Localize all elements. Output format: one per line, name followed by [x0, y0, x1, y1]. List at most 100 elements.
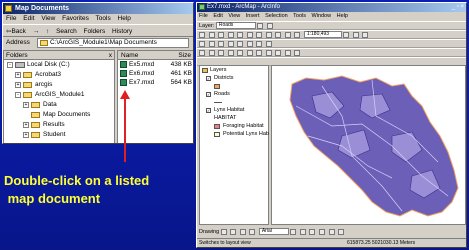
bold-icon[interactable]	[290, 228, 297, 235]
menu-help[interactable]: Help	[337, 13, 348, 19]
toc-layers[interactable]: Layers	[200, 66, 268, 74]
zoom-in-icon[interactable]	[199, 49, 205, 56]
paste-icon[interactable]	[256, 31, 263, 38]
redo-icon[interactable]	[284, 31, 291, 38]
menu-view[interactable]: View	[228, 13, 240, 19]
cut-icon[interactable]	[237, 31, 244, 38]
expand-icon[interactable]: +	[23, 122, 29, 128]
menu-tools[interactable]: Tools	[96, 15, 111, 22]
column-name[interactable]: Name	[121, 51, 138, 60]
line-color-icon[interactable]	[338, 228, 345, 235]
folders-button[interactable]: Folders	[84, 28, 106, 35]
explorer-title-bar[interactable]: Map Documents	[3, 3, 193, 14]
fixed-zoom-in-icon[interactable]	[218, 40, 225, 47]
tree-item-data[interactable]: + Data	[4, 100, 114, 110]
collapse-icon[interactable]: -	[15, 92, 21, 98]
map-view[interactable]	[271, 65, 466, 225]
delete-icon[interactable]	[265, 31, 272, 38]
rectangle-icon[interactable]	[239, 228, 246, 235]
back-button[interactable]: ⇦Back	[6, 28, 26, 35]
layer-checkbox[interactable]: ✓	[206, 108, 211, 113]
forward-extent-icon[interactable]	[265, 40, 272, 47]
catalog-icon[interactable]	[352, 31, 359, 38]
drawing-menu[interactable]: Drawing	[199, 229, 219, 235]
history-button[interactable]: History	[112, 28, 132, 35]
up-button[interactable]: ↑	[46, 28, 49, 35]
tree-item-arcgis-module1[interactable]: - ArcGIS_Module1	[4, 90, 114, 100]
font-select[interactable]: Arial	[258, 228, 289, 236]
add-data-icon[interactable]	[294, 31, 301, 38]
select-icon[interactable]	[256, 49, 263, 56]
back-extent-icon[interactable]	[256, 40, 263, 47]
pan-icon[interactable]	[218, 49, 225, 56]
menu-file[interactable]: File	[6, 15, 16, 22]
tool-icon[interactable]	[266, 22, 273, 29]
zoom-out-icon[interactable]	[208, 40, 215, 47]
tool-icon[interactable]	[257, 22, 264, 29]
column-size[interactable]: Size	[178, 51, 191, 60]
copy-icon[interactable]	[246, 31, 253, 38]
menu-help[interactable]: Help	[118, 15, 131, 22]
layer-checkbox[interactable]: ✓	[206, 76, 211, 81]
tree-item-acrobat3[interactable]: + Acrobat3	[4, 70, 114, 80]
toc-districts[interactable]: ✓ Districts	[200, 74, 268, 82]
menu-file[interactable]: File	[199, 13, 208, 19]
file-row-ex5[interactable]: Ex5.mxd 438 KB	[118, 60, 193, 69]
menu-view[interactable]: View	[41, 15, 55, 22]
menu-window[interactable]: Window	[312, 13, 332, 19]
forward-icon[interactable]	[246, 49, 253, 56]
italic-icon[interactable]	[299, 228, 306, 235]
menu-insert[interactable]: Insert	[246, 13, 260, 19]
layer-select[interactable]: Roads	[215, 22, 256, 30]
layer-checkbox[interactable]: ✓	[206, 92, 211, 97]
fill-color-icon[interactable]	[328, 228, 335, 235]
address-input[interactable]: C:\ArcGIS_Module1\Map Documents	[37, 38, 189, 48]
toolbox-icon[interactable]	[362, 31, 369, 38]
menu-favorites[interactable]: Favorites	[62, 15, 89, 22]
open-icon[interactable]	[208, 31, 215, 38]
tree-item-results[interactable]: + Results	[4, 120, 114, 130]
tree-item-local-disk[interactable]: - Local Disk (C:)	[4, 60, 114, 70]
search-button[interactable]: Search	[56, 28, 77, 35]
undo-icon[interactable]	[275, 31, 282, 38]
menu-selection[interactable]: Selection	[265, 13, 288, 19]
collapse-icon[interactable]: -	[7, 62, 13, 68]
expand-icon[interactable]: +	[23, 132, 29, 138]
zoom-in-icon[interactable]	[199, 40, 205, 47]
forward-button[interactable]: →	[33, 28, 40, 35]
tree-item-arcgis[interactable]: + arcgis	[4, 80, 114, 90]
file-row-ex6[interactable]: Ex6.mxd 461 KB	[118, 69, 193, 78]
expand-icon[interactable]: +	[23, 102, 29, 108]
measure-icon[interactable]	[284, 49, 291, 56]
identify-icon[interactable]	[265, 49, 272, 56]
menu-edit[interactable]: Edit	[23, 15, 34, 22]
menu-tools[interactable]: Tools	[293, 13, 306, 19]
map-canvas[interactable]	[272, 66, 467, 226]
find-icon[interactable]	[275, 49, 282, 56]
text-icon[interactable]	[249, 228, 256, 235]
hyperlink-icon[interactable]	[294, 49, 301, 56]
toc-lynx-habitat[interactable]: ✓ Lynx Habitat	[200, 106, 268, 114]
rotate-icon[interactable]	[230, 228, 237, 235]
file-row-ex7[interactable]: Ex7.mxd 564 KB	[118, 78, 193, 87]
tree-item-student[interactable]: + Student	[4, 130, 114, 140]
save-icon[interactable]	[218, 31, 225, 38]
pan-icon[interactable]	[237, 40, 244, 47]
toc-roads[interactable]: ✓ Roads	[200, 90, 268, 98]
close-icon[interactable]: x	[109, 51, 112, 60]
window-controls[interactable]: _ ▫ ×	[452, 4, 464, 11]
menu-edit[interactable]: Edit	[213, 13, 222, 19]
expand-icon[interactable]: +	[15, 72, 21, 78]
expand-icon[interactable]: +	[15, 82, 21, 88]
select-elements-icon[interactable]	[220, 228, 227, 235]
editor-icon[interactable]	[343, 31, 350, 38]
fixed-zoom-out-icon[interactable]	[227, 40, 234, 47]
underline-icon[interactable]	[309, 228, 316, 235]
tree-item-map-documents[interactable]: Map Documents	[4, 110, 114, 120]
full-extent-icon[interactable]	[246, 40, 253, 47]
back-icon[interactable]	[237, 49, 244, 56]
scale-select[interactable]: 1:180,493	[303, 31, 342, 39]
arcmap-title-bar[interactable]: Ex7.mxd - ArcMap - ArcInfo _ ▫ ×	[197, 3, 466, 12]
globe-icon[interactable]	[227, 49, 234, 56]
zoom-out-icon[interactable]	[208, 49, 215, 56]
